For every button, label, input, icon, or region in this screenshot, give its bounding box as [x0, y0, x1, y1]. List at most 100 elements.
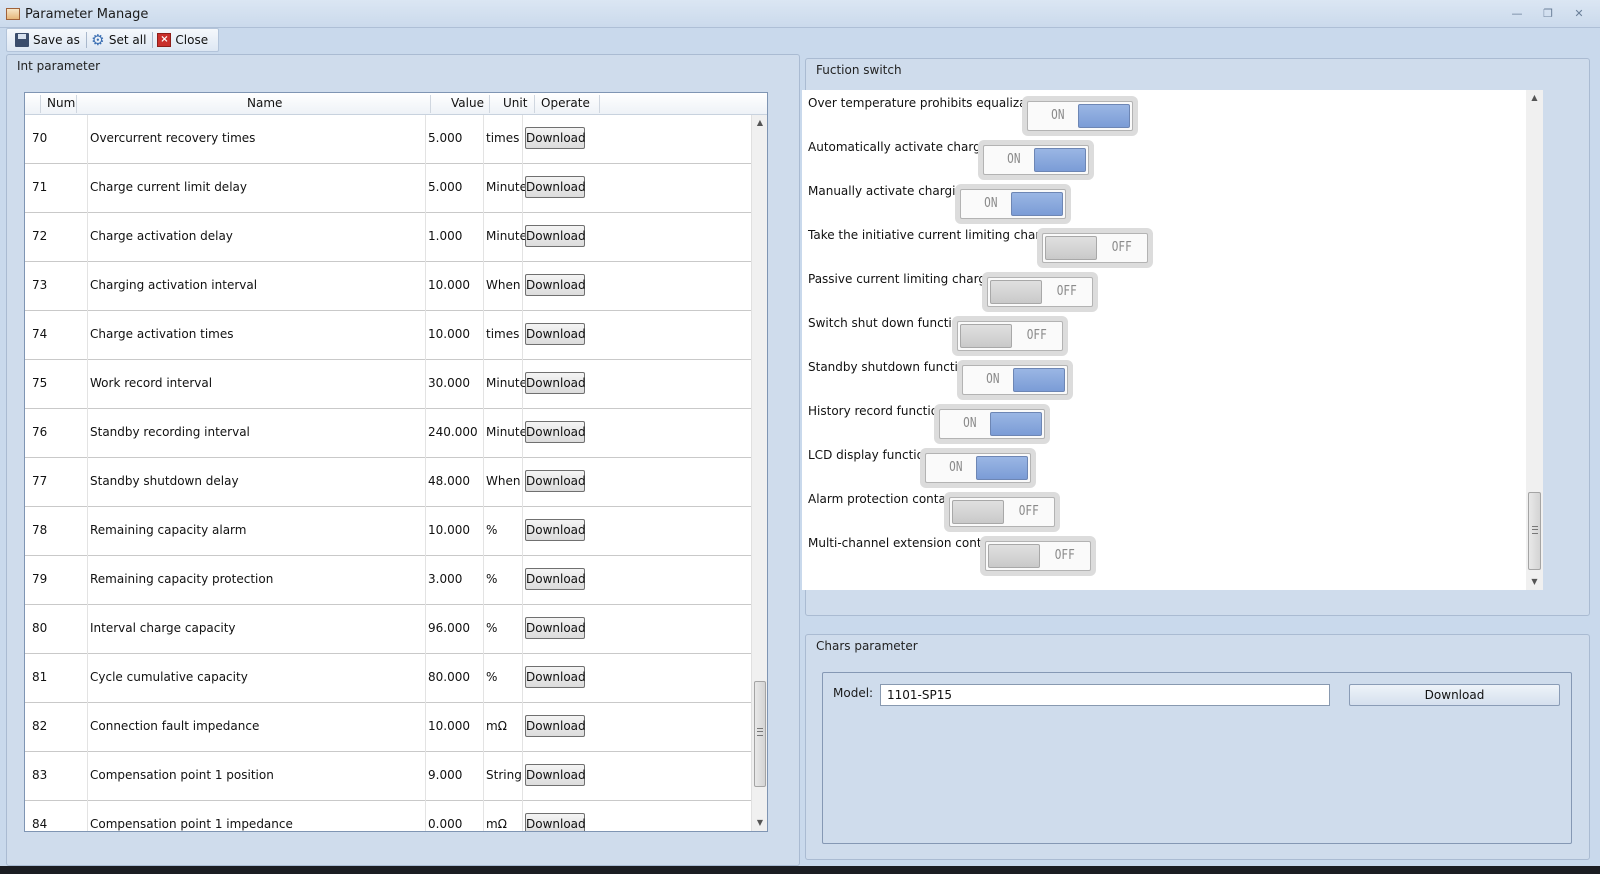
- cell-num: 70: [32, 131, 48, 145]
- save-as-button[interactable]: Save as: [11, 30, 86, 50]
- download-button[interactable]: Download: [525, 666, 586, 688]
- toggle-knob: [976, 456, 1028, 480]
- cell-name: Charging activation interval: [90, 278, 258, 292]
- toggle-track: ON: [962, 365, 1068, 395]
- switch-row: History record function ON: [808, 398, 1508, 444]
- cell-value[interactable]: 80.000: [428, 670, 470, 684]
- restore-icon[interactable]: ❐: [1540, 8, 1556, 20]
- toggle-switch[interactable]: ON: [957, 360, 1073, 400]
- toggle-switch[interactable]: ON: [1022, 96, 1138, 136]
- close-window-icon[interactable]: ✕: [1571, 8, 1587, 20]
- model-input[interactable]: [880, 684, 1330, 706]
- minimize-icon[interactable]: —: [1509, 8, 1525, 20]
- column-value[interactable]: Value: [451, 96, 484, 110]
- cell-name: Standby shutdown delay: [90, 474, 239, 488]
- switch-label: Take the initiative current limiting cha…: [808, 228, 1067, 242]
- scroll-thumb[interactable]: [1528, 492, 1541, 570]
- switch-row: Passive current limiting charging OFF: [808, 266, 1508, 312]
- toolbar: Save as ⚙ Set all × Close: [6, 28, 220, 52]
- set-all-button[interactable]: ⚙ Set all: [87, 30, 153, 50]
- toggle-state-text: ON: [1007, 152, 1021, 167]
- toggle-switch[interactable]: OFF: [982, 272, 1098, 312]
- toggle-switch[interactable]: ON: [955, 184, 1071, 224]
- table-row: 76 Standby recording interval 240.000 Minut…: [25, 409, 751, 458]
- download-button[interactable]: Download: [525, 372, 586, 394]
- scroll-up-icon[interactable]: ▲: [752, 115, 767, 131]
- download-button[interactable]: Download: [525, 764, 586, 786]
- cell-value[interactable]: 3.000: [428, 572, 462, 586]
- cell-name: Compensation point 1 impedance: [90, 817, 293, 831]
- download-button[interactable]: Download: [525, 715, 586, 737]
- cell-unit: When: [486, 278, 521, 292]
- column-unit[interactable]: Unit: [503, 96, 527, 110]
- scroll-down-icon[interactable]: ▼: [1526, 574, 1543, 590]
- cell-value[interactable]: 1.000: [428, 229, 462, 243]
- table-header: Num Name Value Unit Operate: [25, 93, 767, 115]
- chars-download-button[interactable]: Download: [1349, 684, 1560, 706]
- switch-row: Over temperature prohibits equalization O…: [808, 90, 1508, 136]
- switch-label: Passive current limiting charging: [808, 272, 1005, 286]
- toggle-switch[interactable]: ON: [934, 404, 1050, 444]
- toggle-knob: [1011, 192, 1063, 216]
- download-button[interactable]: Download: [525, 127, 586, 149]
- scroll-down-icon[interactable]: ▼: [752, 815, 767, 831]
- table-row: 80 Interval charge capacity 96.000% Downloa…: [25, 605, 751, 654]
- title-bar: Parameter Manage — ❐ ✕: [0, 0, 1600, 28]
- cell-value[interactable]: 10.000: [428, 327, 470, 341]
- cell-unit: %: [486, 621, 498, 635]
- cell-unit: Minute: [486, 376, 527, 390]
- cell-name: Standby recording interval: [90, 425, 250, 439]
- table-row: 74 Charge activation times 10.000 times Down…: [25, 311, 751, 360]
- column-num[interactable]: Num: [47, 96, 75, 110]
- cell-name: Connection fault impedance: [90, 719, 260, 733]
- toggle-switch[interactable]: OFF: [952, 316, 1068, 356]
- cell-value[interactable]: 10.000: [428, 719, 470, 733]
- switch-scrollbar[interactable]: ▲ ▼: [1526, 90, 1543, 590]
- download-button[interactable]: Download: [525, 568, 586, 590]
- cell-value[interactable]: 240.000: [428, 425, 478, 439]
- toggle-switch[interactable]: OFF: [944, 492, 1060, 532]
- cell-value[interactable]: 5.000: [428, 131, 462, 145]
- toggle-track: OFF: [987, 277, 1093, 307]
- scroll-thumb[interactable]: [754, 681, 766, 787]
- download-button[interactable]: Download: [525, 225, 586, 247]
- switch-label: Switch shut down function: [808, 316, 967, 330]
- column-name[interactable]: Name: [247, 96, 282, 110]
- download-button[interactable]: Download: [525, 813, 586, 831]
- cell-value[interactable]: 30.000: [428, 376, 470, 390]
- download-button[interactable]: Download: [525, 323, 586, 345]
- download-button[interactable]: Download: [525, 176, 586, 198]
- toggle-switch[interactable]: ON: [920, 448, 1036, 488]
- table-row: 84 Compensation point 1 impedance 0.000 mΩ D…: [25, 801, 751, 831]
- cell-value[interactable]: 10.000: [428, 278, 470, 292]
- cell-value[interactable]: 0.000: [428, 817, 462, 831]
- toggle-track: ON: [983, 145, 1089, 175]
- cell-value[interactable]: 48.000: [428, 474, 470, 488]
- toggle-switch[interactable]: OFF: [1037, 228, 1153, 268]
- toggle-knob: [990, 280, 1042, 304]
- scroll-up-icon[interactable]: ▲: [1526, 90, 1543, 106]
- download-button[interactable]: Download: [525, 519, 586, 541]
- download-button[interactable]: Download: [525, 617, 586, 639]
- cell-name: Remaining capacity alarm: [90, 523, 247, 537]
- column-operate[interactable]: Operate: [541, 96, 590, 110]
- cell-value[interactable]: 9.000: [428, 768, 462, 782]
- switch-row: Switch shut down function OFF: [808, 310, 1508, 356]
- download-button[interactable]: Download: [525, 470, 586, 492]
- cell-value[interactable]: 5.000: [428, 180, 462, 194]
- cell-value[interactable]: 96.000: [428, 621, 470, 635]
- toggle-switch[interactable]: ON: [978, 140, 1094, 180]
- download-button[interactable]: Download: [525, 274, 586, 296]
- switch-row: Take the initiative current limiting cha…: [808, 222, 1508, 268]
- set-all-label: Set all: [108, 33, 147, 47]
- taskbar-strip: [0, 866, 1600, 874]
- table-row: 70 Overcurrent recovery times 5.000 times Do…: [25, 115, 751, 164]
- cell-unit: times: [486, 327, 520, 341]
- table-scrollbar[interactable]: ▲ ▼: [751, 115, 767, 831]
- download-button[interactable]: Download: [525, 421, 586, 443]
- cell-name: Charge current limit delay: [90, 180, 247, 194]
- close-button[interactable]: × Close: [153, 30, 214, 50]
- cell-num: 71: [32, 180, 48, 194]
- cell-value[interactable]: 10.000: [428, 523, 470, 537]
- toggle-switch[interactable]: OFF: [980, 536, 1096, 576]
